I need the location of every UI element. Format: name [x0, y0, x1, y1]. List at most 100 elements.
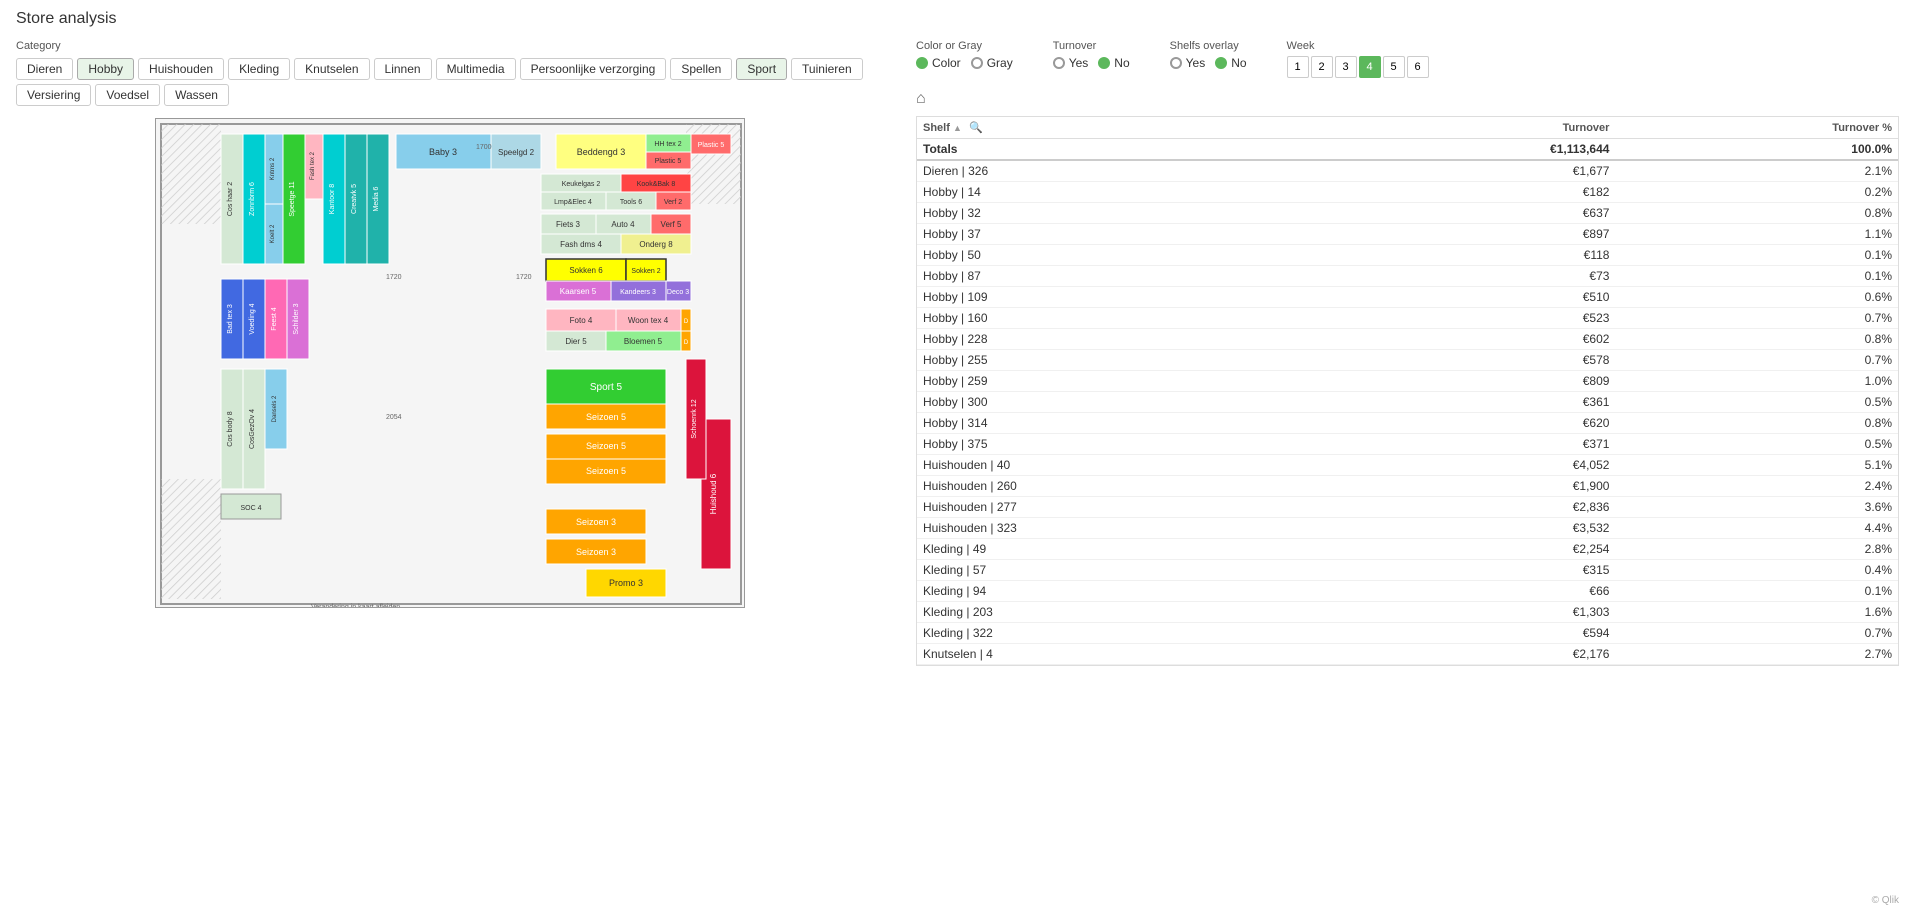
table-row: Hobby | 259 €809 1.0%: [917, 371, 1898, 392]
shelf-name: Kleding | 203: [917, 602, 1334, 623]
shelf-name: Knutselen | 4: [917, 644, 1334, 665]
week-btn-4[interactable]: 4: [1359, 56, 1381, 78]
svg-text:Kntrns 2: Kntrns 2: [270, 157, 276, 180]
footer: © Qlik: [1872, 895, 1899, 906]
cat-btn-voedsel[interactable]: Voedsel: [95, 84, 160, 106]
table-row: Huishouden | 40 €4,052 5.1%: [917, 455, 1898, 476]
cat-btn-spellen[interactable]: Spellen: [670, 58, 732, 80]
svg-text:Schoenrk 12: Schoenrk 12: [691, 399, 698, 438]
table-row: Huishouden | 260 €1,900 2.4%: [917, 476, 1898, 497]
shelfs-no-label: No: [1231, 56, 1246, 70]
svg-text:Seizoen 5: Seizoen 5: [586, 412, 626, 422]
shelf-turnover: €578: [1334, 350, 1615, 371]
week-control: Week 123456: [1287, 40, 1429, 78]
data-table-wrapper[interactable]: Shelf ▲ 🔍 Turnover Turnover % Totals €1,…: [916, 116, 1899, 666]
cat-btn-wassen[interactable]: Wassen: [164, 84, 229, 106]
turnover-options: Yes No: [1053, 56, 1130, 70]
turnover-yes-dot[interactable]: [1053, 57, 1065, 69]
shelf-name: Hobby | 228: [917, 329, 1334, 350]
gray-option-label: Gray: [987, 56, 1013, 70]
color-option[interactable]: Color: [916, 56, 961, 70]
week-btn-6[interactable]: 6: [1407, 56, 1429, 78]
turnover-label: Turnover: [1053, 40, 1130, 52]
shelf-pct: 0.5%: [1615, 434, 1898, 455]
svg-text:Huishoud 6: Huishoud 6: [709, 473, 718, 514]
shelfs-yes-dot[interactable]: [1170, 57, 1182, 69]
shelfs-overlay-control: Shelfs overlay Yes No: [1170, 40, 1247, 70]
shelf-pct: 0.8%: [1615, 413, 1898, 434]
cat-btn-versiering[interactable]: Versiering: [16, 84, 91, 106]
shelfs-no[interactable]: No: [1215, 56, 1246, 70]
shelf-sort-icon[interactable]: ▲: [953, 123, 962, 133]
cat-btn-hobby[interactable]: Hobby: [77, 58, 134, 80]
svg-text:Promo 3: Promo 3: [609, 578, 643, 588]
cat-btn-persoonlijke[interactable]: Persoonlijke verzorging: [520, 58, 667, 80]
shelf-pct: 1.0%: [1615, 371, 1898, 392]
shelf-search-icon[interactable]: 🔍: [969, 121, 983, 134]
svg-text:Seizoen 3: Seizoen 3: [576, 547, 616, 557]
home-icon[interactable]: ⌂: [916, 90, 926, 108]
col-turnover[interactable]: Turnover: [1334, 117, 1615, 139]
cat-btn-huishouden[interactable]: Huishouden: [138, 58, 224, 80]
cat-btn-knutselen[interactable]: Knutselen: [294, 58, 369, 80]
shelf-pct: 2.8%: [1615, 539, 1898, 560]
category-label: Category: [16, 40, 884, 52]
cat-btn-tuinieren[interactable]: Tuinieren: [791, 58, 863, 80]
shelfs-yes[interactable]: Yes: [1170, 56, 1206, 70]
cat-btn-linnen[interactable]: Linnen: [374, 58, 432, 80]
svg-text:Kook&Bak 8: Kook&Bak 8: [637, 181, 676, 188]
shelf-turnover: €809: [1334, 371, 1615, 392]
svg-text:Creatvk 5: Creatvk 5: [351, 184, 358, 214]
shelf-name: Hobby | 37: [917, 224, 1334, 245]
shelf-turnover: €897: [1334, 224, 1615, 245]
turnover-no[interactable]: No: [1098, 56, 1129, 70]
table-row: Hobby | 255 €578 0.7%: [917, 350, 1898, 371]
shelf-name: Huishouden | 323: [917, 518, 1334, 539]
shelf-pct: 0.7%: [1615, 308, 1898, 329]
color-gray-options: Color Gray: [916, 56, 1013, 70]
shelf-turnover: €371: [1334, 434, 1615, 455]
shelf-pct: 2.7%: [1615, 644, 1898, 665]
shelf-turnover: €637: [1334, 203, 1615, 224]
shelfs-overlay-options: Yes No: [1170, 56, 1247, 70]
shelfs-no-dot[interactable]: [1215, 57, 1227, 69]
table-row: Hobby | 300 €361 0.5%: [917, 392, 1898, 413]
svg-text:Sokken 2: Sokken 2: [631, 268, 660, 275]
week-btn-5[interactable]: 5: [1383, 56, 1405, 78]
cat-btn-kleding[interactable]: Kleding: [228, 58, 290, 80]
turnover-no-dot[interactable]: [1098, 57, 1110, 69]
svg-text:2054: 2054: [386, 414, 402, 421]
table-row: Hobby | 375 €371 0.5%: [917, 434, 1898, 455]
table-row: Huishouden | 277 €2,836 3.6%: [917, 497, 1898, 518]
turnover-yes[interactable]: Yes: [1053, 56, 1089, 70]
svg-text:Fash tex 2: Fash tex 2: [310, 151, 316, 180]
color-option-label: Color: [932, 56, 961, 70]
week-btn-2[interactable]: 2: [1311, 56, 1333, 78]
svg-text:Dier 5: Dier 5: [565, 337, 587, 346]
week-btn-1[interactable]: 1: [1287, 56, 1309, 78]
svg-text:Plastic 5: Plastic 5: [698, 142, 725, 149]
col-turnover-pct[interactable]: Turnover %: [1615, 117, 1898, 139]
shelf-pct: 2.4%: [1615, 476, 1898, 497]
svg-text:Sport 5: Sport 5: [590, 382, 623, 393]
shelf-name: Hobby | 300: [917, 392, 1334, 413]
col-shelf[interactable]: Shelf ▲ 🔍: [917, 117, 1334, 139]
cat-btn-sport[interactable]: Sport: [736, 58, 787, 80]
totals-pct: 100.0%: [1615, 139, 1898, 161]
table-row: Hobby | 160 €523 0.7%: [917, 308, 1898, 329]
shelf-turnover: €1,677: [1334, 160, 1615, 182]
shelf-pct: 0.7%: [1615, 623, 1898, 644]
svg-text:Verf 5: Verf 5: [661, 220, 682, 229]
svg-text:Sokken 6: Sokken 6: [569, 266, 603, 275]
cat-btn-dieren[interactable]: Dieren: [16, 58, 73, 80]
svg-text:Woon tex 4: Woon tex 4: [628, 316, 669, 325]
gray-radio-dot[interactable]: [971, 57, 983, 69]
gray-option[interactable]: Gray: [971, 56, 1013, 70]
svg-text:Feest 4: Feest 4: [271, 307, 278, 330]
svg-text:Zonnbrm 6: Zonnbrm 6: [249, 182, 256, 216]
week-btn-3[interactable]: 3: [1335, 56, 1357, 78]
week-buttons: 123456: [1287, 56, 1429, 78]
color-radio-dot[interactable]: [916, 57, 928, 69]
cat-btn-multimedia[interactable]: Multimedia: [436, 58, 516, 80]
shelf-name: Kleding | 49: [917, 539, 1334, 560]
